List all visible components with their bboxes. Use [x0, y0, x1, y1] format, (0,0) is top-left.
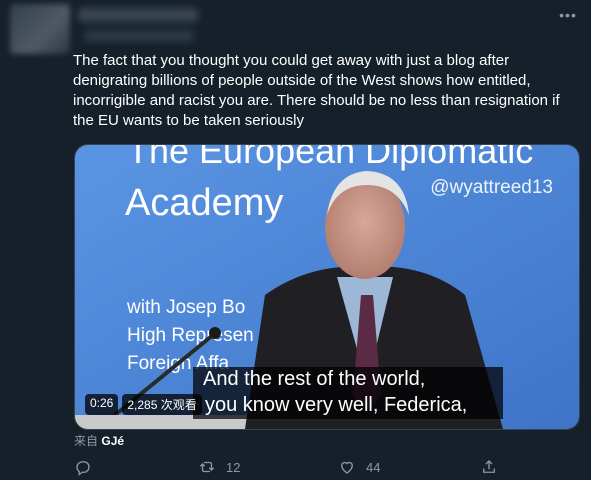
author-handle-blurred: [84, 30, 194, 42]
subtitle-line1: And the rest of the world,: [203, 368, 426, 390]
retweet-count: 12: [226, 459, 241, 475]
subtitle-line2: you know very well, Federica,: [205, 394, 468, 416]
like-count: 44: [366, 459, 381, 475]
slide-speaker-line2: High Represen: [127, 325, 254, 346]
heart-icon: [341, 461, 353, 474]
video-watermark: @wyattreed13: [430, 177, 553, 198]
more-icon: •••: [559, 7, 577, 23]
reply-icon: [76, 461, 90, 476]
tweet-text: The fact that you thought you could get …: [73, 52, 560, 129]
author-name-blurred[interactable]: [78, 8, 198, 22]
more-options-button[interactable]: •••: [557, 6, 579, 24]
slide-speaker-line1: with Josep Bo: [126, 297, 245, 318]
retweet-button[interactable]: 12: [198, 458, 240, 476]
share-button[interactable]: [480, 458, 498, 476]
source-account-link[interactable]: GJé: [101, 434, 124, 448]
video-source-attribution: 来自 GJé: [74, 432, 124, 449]
share-icon: [483, 460, 495, 473]
banner-title-text: The European Diplomatic: [127, 145, 533, 171]
banner-subtitle-text: Academy: [125, 182, 283, 224]
source-prefix: 来自: [74, 434, 99, 448]
video-view-count: 2,285 次观看: [122, 394, 202, 415]
video-duration: 0:26: [85, 394, 119, 415]
microphone-head: [209, 327, 221, 339]
tweet-action-bar: 12 44: [74, 458, 574, 480]
reply-button[interactable]: [74, 458, 102, 476]
retweet-icon: [199, 461, 215, 473]
like-button[interactable]: 44: [338, 458, 380, 476]
author-avatar-blurred[interactable]: [10, 4, 70, 54]
video-player[interactable]: The European Diplomatic Academy with Jos…: [74, 144, 580, 430]
